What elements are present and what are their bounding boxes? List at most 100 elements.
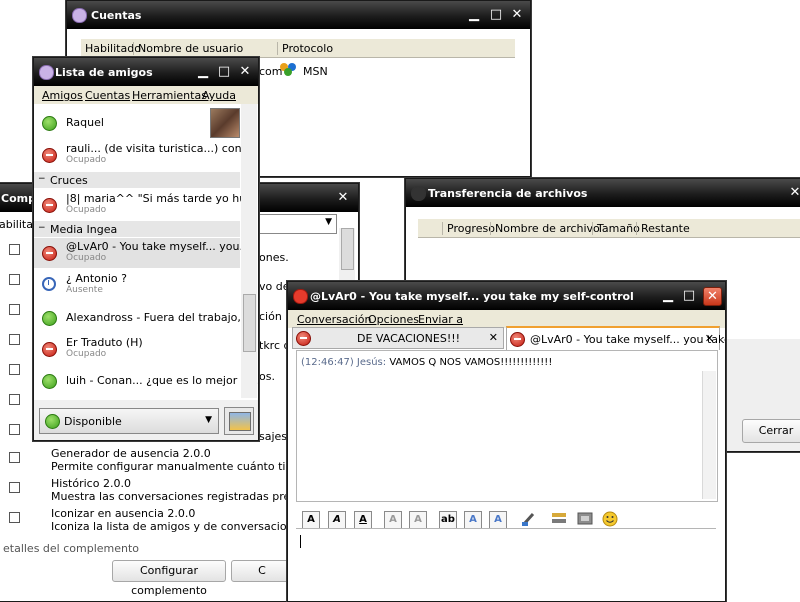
file-transfer-titlebar[interactable]: Transferencia de archivos ✕ (406, 179, 800, 207)
tab-close-icon[interactable]: ✕ (489, 331, 498, 344)
foreground-color-icon[interactable]: A (464, 511, 482, 529)
group-label: Media Ingea (50, 223, 118, 236)
plugin-checkbox[interactable] (9, 424, 20, 435)
buddy-list-titlebar[interactable]: Lista de amigos ▁ □ ✕ (34, 58, 258, 86)
history-scrollbar[interactable] (702, 371, 716, 499)
smiley-icon[interactable] (601, 510, 619, 528)
plugin-checkbox[interactable] (9, 482, 20, 493)
contact-row-lvar0[interactable]: @LvAr0 - You take myself... you... Ocupa… (34, 238, 250, 268)
buddy-list-scrollbar-thumb[interactable] (243, 294, 256, 352)
plugin-checkbox[interactable] (9, 334, 20, 345)
transfer-close-button[interactable]: Cerrar (742, 419, 800, 443)
plugins-dropdown[interactable]: ▼ (259, 214, 337, 234)
contact-name: rauli... (de visita turistica...) con ..… (66, 142, 256, 155)
column-protocol[interactable]: Protocolo (277, 42, 333, 55)
column-remaining[interactable]: Restante (636, 222, 690, 235)
bold-icon[interactable]: A (302, 511, 320, 529)
contact-row-rauli[interactable]: rauli... (de visita turistica...) con ..… (34, 140, 256, 170)
insert-image-icon[interactable] (576, 510, 594, 528)
pidgin-app-icon (411, 186, 426, 201)
column-habilitado[interactable]: Habilitado (81, 42, 141, 55)
busy-status-icon (293, 289, 308, 304)
conversation-window: @LvAr0 - You take myself... you take my … (287, 281, 726, 602)
contact-row-alexandross[interactable]: Alexandross - Fuera del trabajo,... (34, 302, 251, 332)
contact-row-er-traduto[interactable]: Er Traduto (H) Ocupado (34, 334, 240, 364)
plugins-close-button[interactable]: C (231, 560, 293, 582)
column-filename[interactable]: Nombre de archivo (490, 222, 600, 235)
column-progress[interactable]: Progreso (442, 222, 495, 235)
message-input[interactable] (296, 528, 716, 599)
minimize-icon[interactable]: ▁ (194, 63, 212, 81)
menu-amigos[interactable]: Amigos (42, 89, 83, 102)
minimize-icon[interactable]: ▁ (465, 6, 483, 24)
menu-opciones[interactable]: Opciones (368, 313, 419, 326)
group-label: Cruces (50, 174, 88, 187)
minimize-icon[interactable]: ▁ (659, 287, 677, 305)
clear-formatting-icon[interactable] (520, 510, 538, 528)
group-header-media-ingea[interactable]: − Media Ingea (34, 221, 240, 237)
close-icon[interactable]: ✕ (334, 189, 352, 207)
maximize-icon[interactable]: □ (487, 6, 505, 24)
contact-row-luih[interactable]: luih - Conan... ¿que es lo mejor d... (34, 366, 258, 396)
buddy-avatar-icon (229, 412, 251, 431)
buddy-list-scrollbar[interactable] (241, 104, 257, 398)
contact-row-raquel[interactable]: Raquel (34, 104, 240, 138)
font-smaller-icon[interactable]: A (409, 511, 427, 529)
message-timestamp: (12:46:47) (301, 357, 354, 368)
plugin-checkbox[interactable] (9, 452, 20, 463)
busy-status-icon (296, 331, 311, 346)
column-username[interactable]: Nombre de usuario (133, 42, 243, 55)
plugin-checkbox[interactable] (9, 394, 20, 405)
close-icon[interactable]: ✕ (786, 184, 800, 202)
plugin-description: ción (259, 310, 282, 323)
plugin-checkbox[interactable] (9, 304, 20, 315)
close-icon[interactable]: ✕ (508, 6, 526, 24)
accounts-title: Cuentas (91, 9, 142, 22)
configure-plugin-button[interactable]: Configurar complemento (112, 560, 226, 597)
font-larger-icon[interactable]: A (384, 511, 402, 529)
menu-enviar-a[interactable]: Enviar a (418, 313, 463, 326)
font-face-icon[interactable]: ab (439, 511, 457, 529)
column-size[interactable]: Tamaño (592, 222, 640, 235)
status-selector-label: Disponible (64, 415, 122, 428)
message-history[interactable]: (12:46:47) Jesús: VAMOS Q NOS VAMOS!!!!!… (296, 350, 718, 502)
italic-icon[interactable]: A (328, 511, 346, 529)
contact-status: Ocupado (66, 155, 107, 165)
available-status-icon (45, 414, 60, 429)
contact-name: Raquel (66, 116, 104, 129)
transfer-column-header: Progreso Nombre de archivo Tamaño Restan… (418, 219, 800, 238)
conversation-titlebar[interactable]: @LvAr0 - You take myself... you take my … (288, 282, 725, 310)
menu-herramientas[interactable]: Herramientas (132, 89, 207, 102)
underline-icon[interactable]: A (354, 511, 372, 529)
accounts-titlebar[interactable]: Cuentas ▁ □ ✕ (67, 1, 530, 29)
plugins-scrollbar-thumb[interactable] (341, 228, 354, 270)
plugin-checkbox[interactable] (9, 274, 20, 285)
plugin-checkbox[interactable] (9, 364, 20, 375)
menu-conversacion[interactable]: Conversación (297, 313, 371, 326)
tab-de-vacaciones[interactable]: DE VACACIONES!!! ✕ (292, 327, 504, 349)
plugin-name: Histórico 2.0.0 (51, 477, 131, 490)
background-color-icon[interactable]: A (489, 511, 507, 529)
contact-row-antonio[interactable]: ¿ Antonio ? Ausente (34, 270, 240, 300)
plugin-checkbox[interactable] (9, 244, 20, 255)
tab-close-icon[interactable]: ✕ (705, 332, 714, 345)
close-icon[interactable]: ✕ (236, 63, 254, 81)
maximize-icon[interactable]: □ (215, 63, 233, 81)
close-icon[interactable]: ✕ (703, 287, 722, 306)
insert-link-icon[interactable] (550, 510, 568, 528)
menu-cuentas[interactable]: Cuentas (85, 89, 130, 102)
buddy-icon-button[interactable] (224, 407, 254, 435)
text-cursor (300, 535, 301, 548)
group-header-cruces[interactable]: − Cruces (34, 172, 240, 188)
contact-row-maria[interactable]: |8| maria^^ "Si más tarde yo hu... Ocupa… (34, 190, 257, 220)
status-selector[interactable]: Disponible ▼ (39, 408, 219, 434)
plugin-details-expander[interactable]: etalles del complemento (3, 542, 139, 555)
busy-status-icon (42, 342, 57, 357)
contact-name: @LvAr0 - You take myself... you... (66, 240, 250, 253)
avatar (210, 108, 240, 138)
menu-ayuda[interactable]: Ayuda (202, 89, 236, 102)
maximize-icon[interactable]: □ (680, 287, 698, 305)
tab-lvar0[interactable]: @LvAr0 - You take myself... you take ✕ (506, 326, 725, 350)
pidgin-app-icon (39, 65, 54, 80)
plugin-checkbox[interactable] (9, 512, 20, 523)
